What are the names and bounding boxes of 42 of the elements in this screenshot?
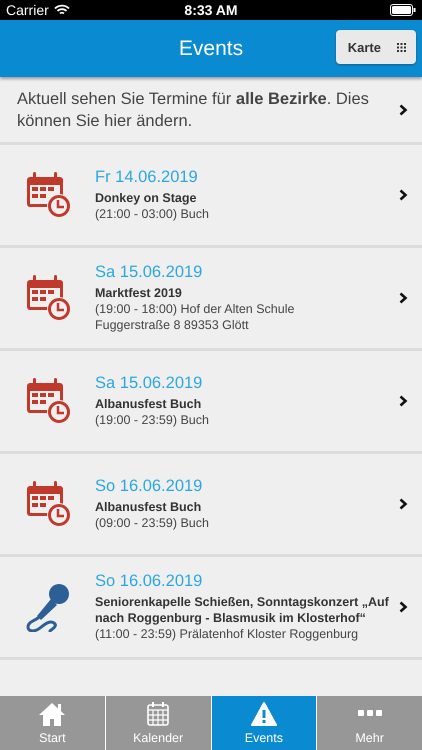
grid-icon xyxy=(397,42,406,52)
tab[interactable]: Events xyxy=(212,696,316,750)
event-date: Fr 14.06.2019 xyxy=(95,168,199,187)
status-time: 8:33 AM xyxy=(184,2,238,18)
chevron-icon xyxy=(399,292,408,304)
event-date: Sa 15.06.2019 xyxy=(95,263,204,282)
chevron-icon xyxy=(399,189,408,201)
more-icon xyxy=(358,710,382,718)
carrier-label: Carrier xyxy=(6,2,49,18)
event-title: Albanusfest Buch xyxy=(95,499,202,515)
event-item[interactable]: Fr 14.06.2019 Donkey on Stage (21:00 - 03:00) Buch xyxy=(0,145,422,245)
warning-icon xyxy=(250,702,277,726)
event-date: So 16.06.2019 xyxy=(95,477,204,496)
event-item[interactable]: Sa 15.06.2019 Marktfest 2019 (19:00 - 18:00) Hof der Alten Schule Fuggerstraße 8 89353 Glött xyxy=(0,248,422,348)
event-title: Donkey on Stage xyxy=(95,190,198,206)
event-item[interactable]: So 16.06.2019 Seniorenkapelle Schießen, Sonntagskonzert „Auf nach Roggenburg - Blasmusik im Klosterhof“ (11:00 - 23:59) Prälatenhof Kloster Roggenburg xyxy=(0,557,422,657)
page-title: Events xyxy=(178,36,244,60)
event-title: Marktfest 2019 xyxy=(95,285,183,301)
event-date: Sa 15.06.2019 xyxy=(95,374,204,393)
event-details: (09:00 - 23:59) Buch xyxy=(95,515,210,531)
chevron-icon xyxy=(399,104,408,116)
chevron-icon xyxy=(399,395,408,407)
microphone-icon xyxy=(24,582,70,632)
chevron-icon xyxy=(399,498,408,510)
event-details: Fuggerstraße 8 89353 Glött xyxy=(95,317,250,333)
chevron-icon xyxy=(399,601,408,613)
event-details: (11:00 - 23:59) Prälatenhof Kloster Roggenburg xyxy=(95,626,360,642)
home-icon xyxy=(39,702,66,726)
event-title: Albanusfest Buch xyxy=(95,396,202,412)
map-button[interactable]: Karte xyxy=(336,30,416,64)
event-item[interactable]: So 16.06.2019 Albanusfest Buch (09:00 - 23:59) Buch xyxy=(0,454,422,554)
event-item[interactable]: Sa 15.06.2019 Albanusfest Buch (19:00 - 23:59) Buch xyxy=(0,351,422,451)
event-date: So 16.06.2019 xyxy=(95,572,204,591)
event-details: (19:00 - 18:00) Hof der Alten Schule xyxy=(95,301,296,317)
calendar-icon xyxy=(147,702,170,726)
district-notice[interactable]: Aktuell sehen Sie Termine für alle Bezirke. Dies können Sie hier ändern. xyxy=(0,77,422,142)
event-details: (19:00 - 23:59) Buch xyxy=(95,412,210,428)
event-title: Seniorenkapelle Schießen, Sonntagskonzert „Auf nach Roggenburg - Blasmusik im Klosterhof“ xyxy=(95,594,390,626)
notice-text: Aktuell sehen Sie Termine für alle Bezirke. Dies können Sie hier ändern. xyxy=(17,88,370,132)
wifi-icon xyxy=(54,4,70,16)
event-details: (21:00 - 03:00) Buch xyxy=(95,206,210,222)
battery-icon xyxy=(390,4,416,16)
